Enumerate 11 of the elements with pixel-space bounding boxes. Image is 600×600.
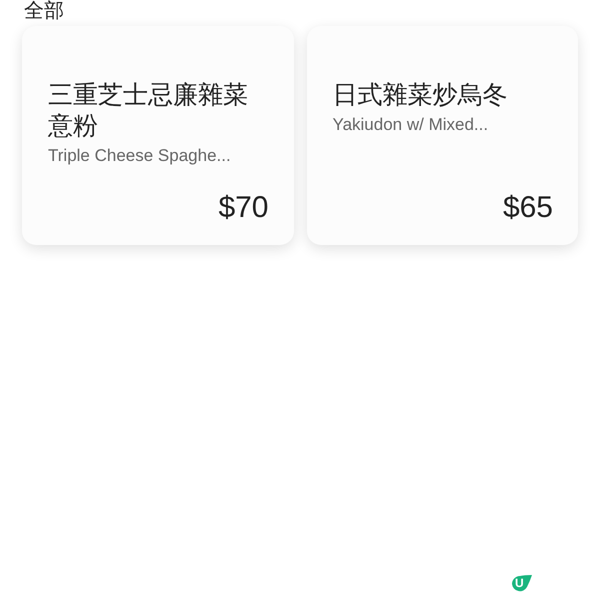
dish-card[interactable]: 日式雜菜炒烏冬 Yakiudon w/ Mixed... $65 bbox=[306, 26, 578, 245]
dish-name: 三重芝士忌廉雜菜意粉 bbox=[48, 80, 249, 142]
section-title: 全部 bbox=[24, 0, 64, 22]
dish-card[interactable]: 三重芝士忌廉雜菜意粉 Triple Cheese Spaghe... $70 bbox=[22, 26, 294, 245]
dish-price: $70 bbox=[218, 190, 268, 226]
logo-icon bbox=[510, 573, 532, 593]
logo-letter: U bbox=[515, 575, 524, 591]
dish-subtitle: Triple Cheese Spaghe... bbox=[48, 145, 232, 167]
dish-subtitle: Yakiudon w/ Mixed... bbox=[332, 114, 490, 136]
dish-name: 日式雜菜炒烏冬 bbox=[332, 80, 508, 111]
dish-price: $65 bbox=[502, 190, 553, 226]
